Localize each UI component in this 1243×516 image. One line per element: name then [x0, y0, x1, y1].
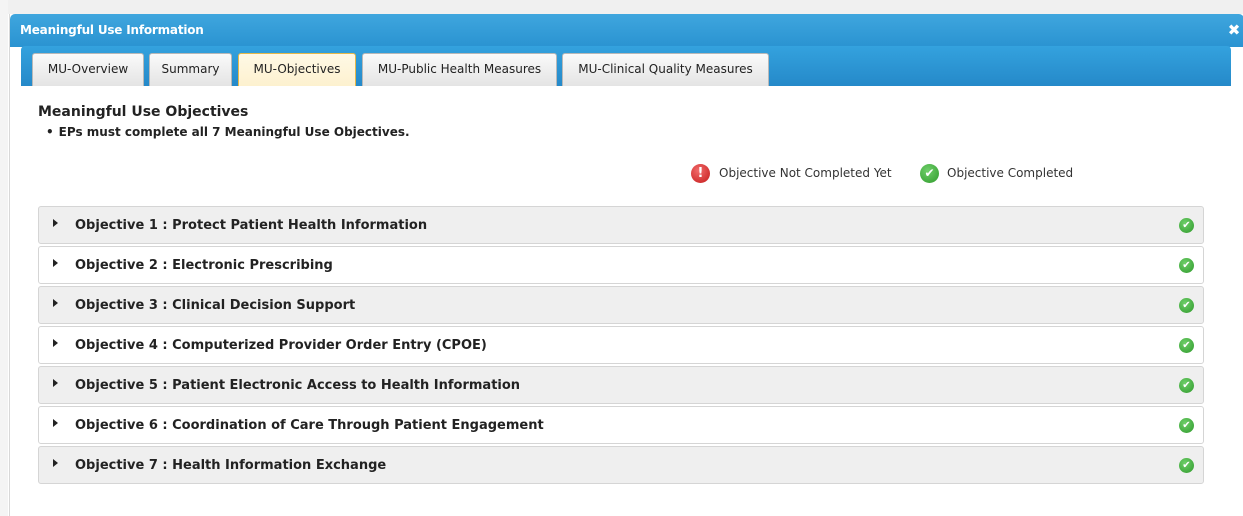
caret-right-icon: [53, 339, 58, 347]
dialog-titlebar[interactable]: Meaningful Use Information ✖: [10, 14, 1243, 47]
legend-not-completed-label: Objective Not Completed Yet: [719, 166, 892, 180]
tab-summary[interactable]: Summary: [149, 53, 232, 86]
objective-label: Objective 4 : Computerized Provider Orde…: [75, 338, 487, 353]
caret-right-icon: [53, 299, 58, 307]
check-glyph: ✔: [1182, 340, 1191, 351]
instruction-bullet: • EPs must complete all 7 Meaningful Use …: [46, 125, 410, 139]
caret-right-icon: [53, 219, 58, 227]
check-circle-icon: ✔: [1179, 458, 1194, 473]
objective-row-2[interactable]: Objective 2 : Electronic Prescribing ✔: [38, 246, 1204, 284]
objective-label: Objective 6 : Coordination of Care Throu…: [75, 418, 544, 433]
legend-completed-label: Objective Completed: [947, 166, 1074, 180]
check-circle-icon: ✔: [1179, 298, 1194, 313]
objectives-list: Objective 1 : Protect Patient Health Inf…: [38, 206, 1204, 486]
check-glyph: ✔: [1182, 260, 1191, 271]
check-circle-icon: ✔: [920, 164, 939, 183]
caret-right-icon: [53, 259, 58, 267]
dialog-title: Meaningful Use Information: [20, 23, 204, 37]
check-glyph: ✔: [1182, 380, 1191, 391]
check-glyph: ✔: [1182, 460, 1191, 471]
section-heading: Meaningful Use Objectives: [38, 104, 249, 120]
tab-mu-overview[interactable]: MU-Overview: [32, 53, 144, 86]
caret-right-icon: [53, 419, 58, 427]
tab-mu-public-health-measures[interactable]: MU-Public Health Measures: [362, 53, 557, 86]
check-glyph: ✔: [1182, 420, 1191, 431]
objective-label: Objective 7 : Health Information Exchang…: [75, 458, 387, 473]
exclamation-glyph: !: [697, 166, 704, 181]
check-glyph: ✔: [1182, 220, 1191, 231]
caret-right-icon: [53, 379, 58, 387]
caret-right-icon: [53, 459, 58, 467]
objective-label: Objective 1 : Protect Patient Health Inf…: [75, 218, 428, 233]
check-glyph: ✔: [1182, 300, 1191, 311]
close-icon[interactable]: ✖: [1226, 21, 1242, 39]
check-circle-icon: ✔: [1179, 258, 1194, 273]
objective-row-3[interactable]: Objective 3 : Clinical Decision Support …: [38, 286, 1204, 324]
background-window-strip: [0, 0, 1243, 14]
objective-label: Objective 2 : Electronic Prescribing: [75, 258, 333, 273]
objective-row-1[interactable]: Objective 1 : Protect Patient Health Inf…: [38, 206, 1204, 244]
background-window-edge: [0, 0, 8, 516]
tab-mu-objectives[interactable]: MU-Objectives: [238, 53, 356, 86]
tab-mu-clinical-quality-measures[interactable]: MU-Clinical Quality Measures: [562, 53, 769, 86]
objective-row-5[interactable]: Objective 5 : Patient Electronic Access …: [38, 366, 1204, 404]
check-circle-icon: ✔: [1179, 218, 1194, 233]
check-circle-icon: ✔: [1179, 418, 1194, 433]
objective-row-6[interactable]: Objective 6 : Coordination of Care Throu…: [38, 406, 1204, 444]
objective-row-4[interactable]: Objective 4 : Computerized Provider Orde…: [38, 326, 1204, 364]
objective-label: Objective 3 : Clinical Decision Support: [75, 298, 356, 313]
bullet-glyph: •: [46, 125, 54, 139]
exclamation-circle-icon: !: [691, 164, 710, 183]
check-circle-icon: ✔: [1179, 378, 1194, 393]
tab-bar: MU-Overview Summary MU-Objectives MU-Pub…: [21, 46, 1231, 86]
check-glyph: ✔: [924, 166, 935, 180]
check-circle-icon: ✔: [1179, 338, 1194, 353]
instruction-text: EPs must complete all 7 Meaningful Use O…: [58, 125, 410, 139]
objective-label: Objective 5 : Patient Electronic Access …: [75, 378, 521, 393]
objective-row-7[interactable]: Objective 7 : Health Information Exchang…: [38, 446, 1204, 484]
